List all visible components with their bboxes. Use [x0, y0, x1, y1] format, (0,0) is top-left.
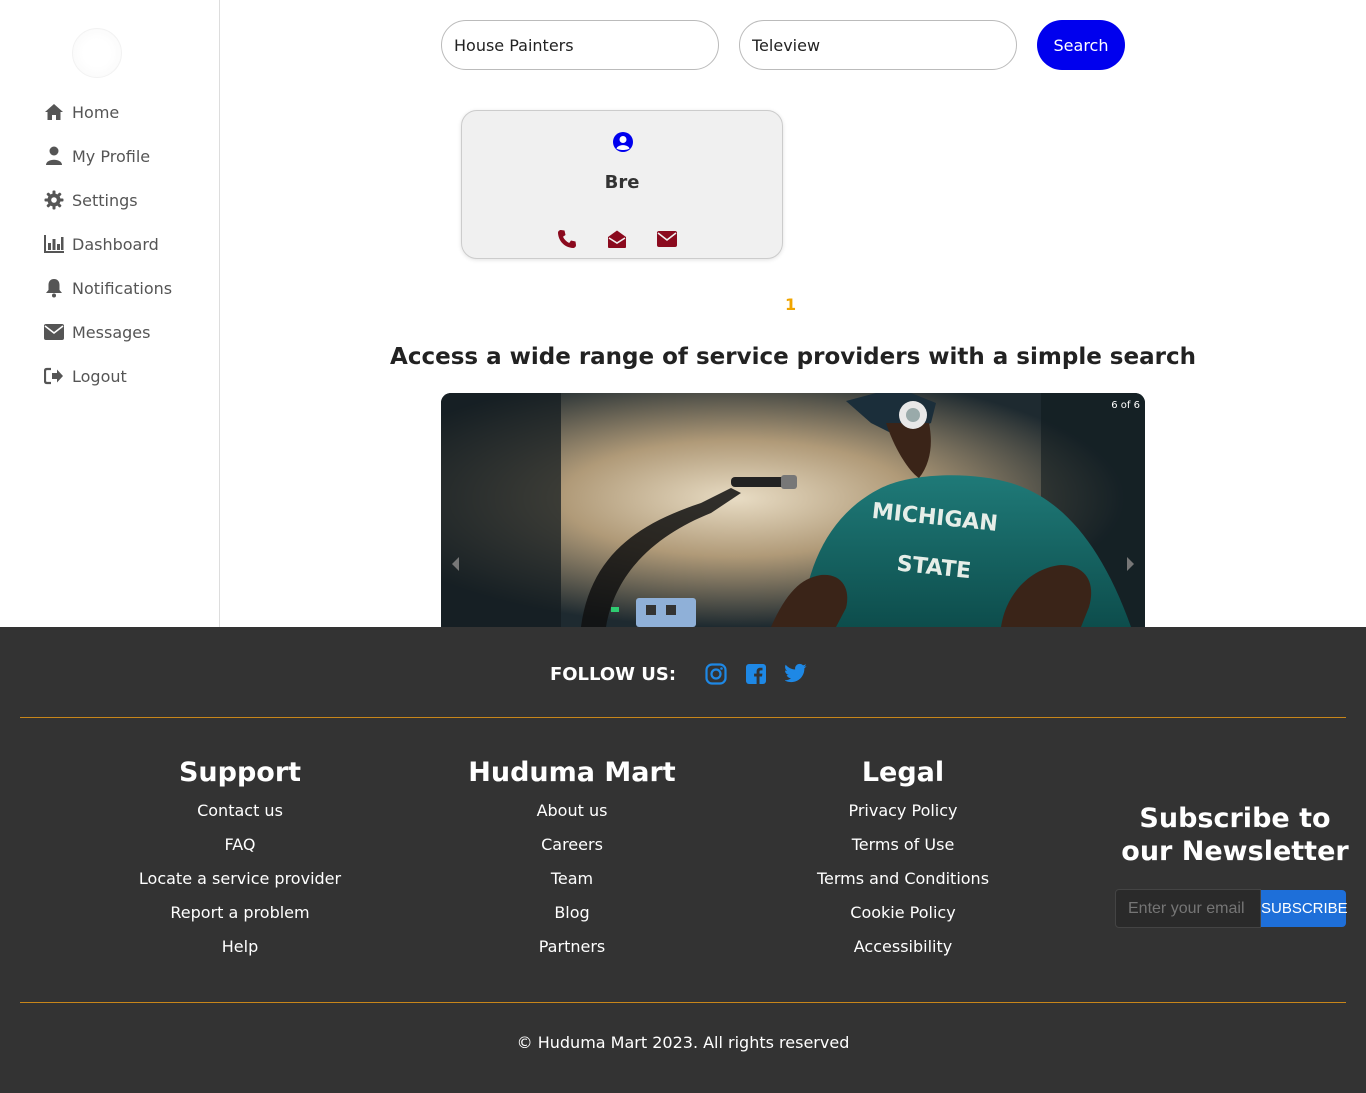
footer-link-contact-us[interactable]: Contact us — [90, 800, 390, 834]
newsletter-title: Subscribe to our Newsletter — [1121, 803, 1349, 867]
provider-card[interactable]: Bre — [461, 110, 783, 259]
footer-column-support: Support Contact us FAQ Locate a service … — [90, 757, 390, 970]
subscribe-button[interactable]: SUBSCRIBE — [1261, 890, 1348, 927]
sidebar: Home My Profile Settings Dashboard Notif… — [0, 0, 220, 627]
sidebar-item-messages[interactable]: Messages — [44, 310, 172, 354]
footer-link-about-us[interactable]: About us — [422, 800, 722, 834]
sidebar-item-label: Dashboard — [72, 234, 159, 254]
bell-icon — [44, 278, 64, 298]
footer-link-report-problem[interactable]: Report a problem — [90, 902, 390, 936]
phone-icon[interactable] — [556, 228, 578, 250]
follow-us-bar: FOLLOW US: — [0, 663, 1366, 685]
sidebar-item-my-profile[interactable]: My Profile — [44, 134, 172, 178]
footer-link-locate-provider[interactable]: Locate a service provider — [90, 868, 390, 902]
footer-link-team[interactable]: Team — [422, 868, 722, 902]
footer-link-faq[interactable]: FAQ — [90, 834, 390, 868]
footer-column-huduma-mart: Huduma Mart About us Careers Team Blog P… — [422, 757, 722, 970]
carousel-counter: 6 of 6 — [1111, 400, 1140, 411]
newsletter-section: Subscribe to our Newsletter — [1110, 802, 1360, 868]
sidebar-item-logout[interactable]: Logout — [44, 354, 172, 398]
sidebar-item-label: Notifications — [72, 278, 173, 298]
provider-contact-actions — [556, 228, 706, 250]
sidebar-item-dashboard[interactable]: Dashboard — [44, 222, 172, 266]
carousel-prev-icon[interactable] — [449, 553, 463, 575]
facebook-icon[interactable] — [745, 663, 767, 685]
sidebar-item-home[interactable]: Home — [44, 90, 172, 134]
footer-column-title: Legal — [861, 757, 945, 788]
instagram-icon[interactable] — [705, 663, 727, 685]
sidebar-nav: Home My Profile Settings Dashboard Notif… — [44, 90, 172, 398]
pagination-page-1[interactable]: 1 — [785, 295, 796, 314]
footer-divider-top — [20, 717, 1346, 718]
main-content: Search Bre 1 Access a wide range of serv… — [220, 0, 1366, 627]
sidebar-item-label: Settings — [72, 190, 138, 210]
sidebar-item-notifications[interactable]: Notifications — [44, 266, 172, 310]
carousel-slide-image: MICHIGAN STATE — [441, 393, 1145, 627]
newsletter-form: SUBSCRIBE — [1115, 889, 1348, 928]
sidebar-item-settings[interactable]: Settings — [44, 178, 172, 222]
copyright-text: © Huduma Mart 2023. All rights reserved — [516, 1033, 850, 1052]
sidebar-item-label: Messages — [72, 322, 151, 342]
envelope-open-icon[interactable] — [606, 228, 628, 250]
footer-link-terms-of-use[interactable]: Terms of Use — [753, 834, 1053, 868]
footer-link-accessibility[interactable]: Accessibility — [753, 936, 1053, 970]
search-bar: Search — [441, 20, 1125, 70]
image-carousel[interactable]: MICHIGAN STATE 6 of 6 — [441, 393, 1145, 627]
gear-icon — [44, 190, 64, 210]
footer-column-legal: Legal Privacy Policy Terms of Use Terms … — [753, 757, 1053, 970]
footer-link-help[interactable]: Help — [90, 936, 390, 970]
footer-link-cookie-policy[interactable]: Cookie Policy — [753, 902, 1053, 936]
follow-us-label: FOLLOW US: — [549, 663, 677, 685]
carousel-next-icon[interactable] — [1123, 553, 1137, 575]
search-button[interactable]: Search — [1037, 20, 1125, 70]
site-footer: FOLLOW US: Support Contact us FAQ Locate… — [0, 627, 1366, 1093]
sidebar-item-label: My Profile — [72, 146, 151, 166]
footer-link-partners[interactable]: Partners — [422, 936, 722, 970]
footer-link-terms-and-conditions[interactable]: Terms and Conditions — [753, 868, 1053, 902]
footer-link-blog[interactable]: Blog — [422, 902, 722, 936]
footer-divider-bottom — [20, 1002, 1346, 1003]
chart-icon — [44, 234, 64, 254]
envelope-icon — [44, 322, 64, 342]
logout-icon — [44, 366, 64, 386]
tagline-heading: Access a wide range of service providers… — [390, 344, 1196, 370]
envelope-icon[interactable] — [656, 228, 678, 250]
sidebar-item-label: Home — [72, 102, 120, 122]
provider-name: Bre — [604, 172, 640, 193]
user-circle-icon — [612, 131, 634, 153]
logo[interactable] — [72, 28, 122, 78]
footer-link-careers[interactable]: Careers — [422, 834, 722, 868]
service-search-input[interactable] — [441, 20, 719, 70]
footer-column-title: Huduma Mart — [468, 757, 676, 788]
twitter-icon[interactable] — [785, 663, 807, 685]
footer-column-title: Support — [178, 757, 302, 788]
footer-link-privacy-policy[interactable]: Privacy Policy — [753, 800, 1053, 834]
location-search-input[interactable] — [739, 20, 1017, 70]
user-icon — [44, 146, 64, 166]
sidebar-item-label: Logout — [72, 366, 127, 386]
newsletter-email-input[interactable] — [1115, 889, 1261, 928]
home-icon — [44, 102, 64, 122]
